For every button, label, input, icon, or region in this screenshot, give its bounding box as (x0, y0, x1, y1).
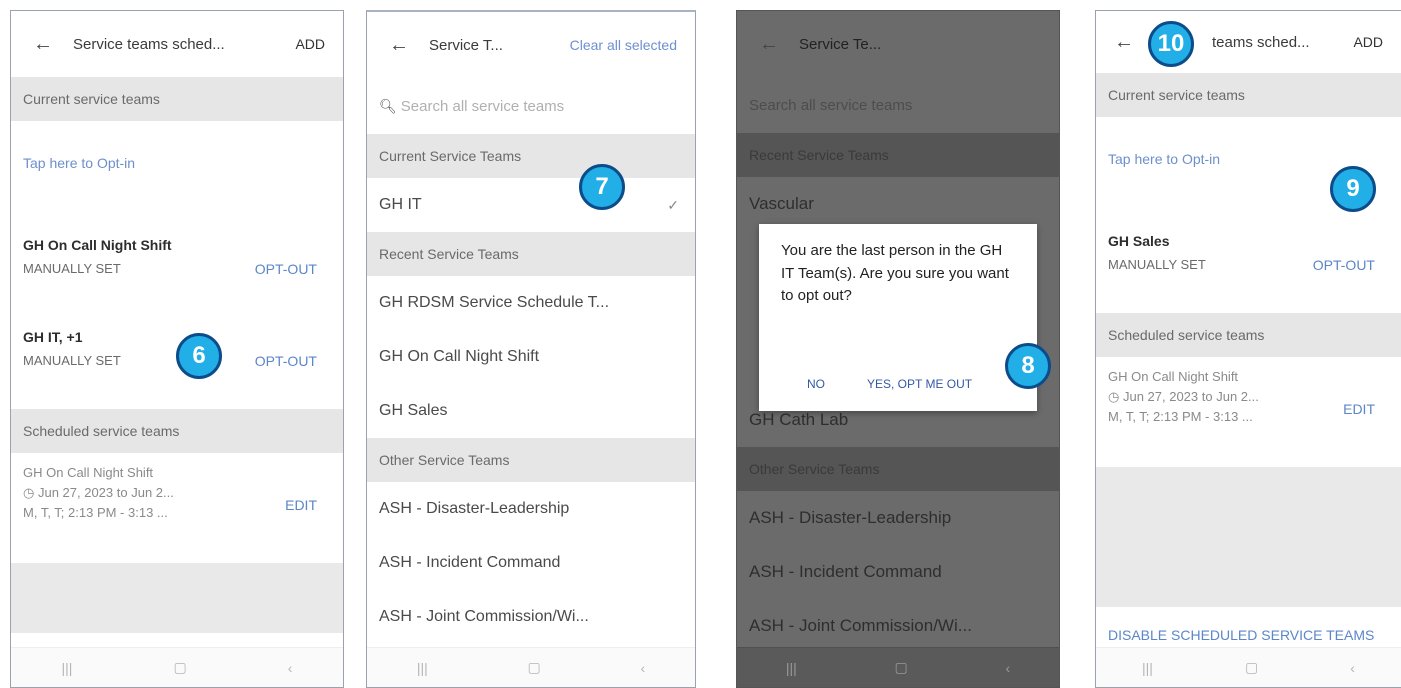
list-item[interactable]: GH On Call Night Shift (367, 330, 695, 384)
search-icon: 🔍︎ (379, 97, 397, 114)
list-item[interactable]: ASH - Joint Commission/Wi... (367, 590, 695, 644)
confirm-dialog: You are the last person in the GH IT Tea… (759, 224, 1037, 411)
search-input[interactable]: Search all service teams (737, 77, 1059, 133)
edit-button[interactable]: EDIT (1343, 399, 1375, 421)
dialog-actions: NO YES, OPT ME OUT (807, 377, 972, 391)
no-button[interactable]: NO (807, 377, 825, 391)
recent-apps-icon[interactable]: ||| (417, 660, 428, 676)
section-header-current: Current Service Teams (367, 134, 695, 178)
list-item[interactable]: ASH - Incident Command (737, 545, 1059, 599)
step-badge: 10 (1148, 21, 1194, 67)
team-name: GH IT, +1 (23, 329, 83, 345)
system-nav-bar: ||| ▢ ‹ (1096, 647, 1401, 687)
home-icon[interactable]: ▢ (895, 659, 908, 676)
step-badge: 8 (1005, 343, 1051, 389)
screen-service-teams-updated: ← teams sched... ADD Current service tea… (1095, 10, 1401, 688)
team-row: GH On Call Night Shift MANUALLY SET OPT-… (11, 225, 343, 317)
team-row: GH Sales MANUALLY SET OPT-OUT (1096, 221, 1401, 313)
team-name: GH Sales (1108, 233, 1170, 249)
yes-opt-out-button[interactable]: YES, OPT ME OUT (867, 377, 972, 391)
section-header-current: Current service teams (11, 77, 343, 121)
add-button[interactable]: ADD (295, 36, 325, 52)
scheduled-team-name: GH On Call Night Shift (1108, 369, 1239, 384)
clear-all-button[interactable]: Clear all selected (570, 37, 677, 53)
back-arrow-icon[interactable]: ← (33, 33, 73, 56)
scheduled-team-row[interactable]: GH On Call Night Shift ◷ Jun 27, 2023 to… (11, 453, 343, 563)
list-item[interactable]: ASH - Joint Commission/Wi... (737, 599, 1059, 653)
scheduled-dates-text: Jun 27, 2023 to Jun 2... (1122, 389, 1259, 405)
list-item[interactable]: ASH - Disaster-Leadership (737, 491, 1059, 545)
scheduled-team-name: GH On Call Night Shift (23, 465, 154, 480)
search-input[interactable]: 🔍︎ Search all service teams (367, 78, 695, 134)
step-badge: 9 (1330, 166, 1376, 212)
home-icon[interactable]: ▢ (1245, 659, 1258, 676)
section-header-current: Current service teams (1096, 73, 1401, 117)
page-title: Service T... (429, 36, 503, 54)
page-title: Service teams sched... (73, 35, 225, 53)
list-item[interactable]: Vascular (737, 177, 1059, 231)
list-item[interactable]: GH Sales (367, 384, 695, 438)
scheduled-dates-text: Jun 27, 2023 to Jun 2... (37, 485, 174, 501)
system-nav-bar: ||| ▢ ‹ (737, 647, 1059, 687)
edit-button[interactable]: EDIT (285, 495, 317, 517)
section-header-recent: Recent Service Teams (737, 133, 1059, 177)
dialog-message: You are the last person in the GH IT Tea… (781, 242, 1009, 304)
system-nav-bar: ||| ▢ ‹ (367, 647, 695, 687)
scheduled-team-row[interactable]: GH On Call Night Shift ◷ Jun 27, 2023 to… (1096, 357, 1401, 467)
opt-out-button[interactable]: OPT-OUT (1313, 257, 1375, 273)
list-item[interactable]: ASH - Incident Command (367, 536, 695, 590)
back-nav-icon[interactable]: ‹ (288, 660, 293, 676)
section-header-scheduled: Scheduled service teams (1096, 313, 1401, 357)
list-item[interactable]: GH RDSM Service Schedule T... (367, 276, 695, 330)
empty-area (1096, 467, 1401, 607)
section-header-other: Other Service Teams (737, 447, 1059, 491)
list-item-label: GH IT (379, 196, 422, 213)
screen-select-teams: ← Service T... Clear all selected 🔍︎ Sea… (366, 10, 696, 688)
page-title: Service Te... (799, 35, 882, 53)
list-item[interactable]: GH IT ✓ (367, 178, 695, 232)
opt-in-link[interactable]: Tap here to Opt-in (11, 121, 343, 225)
recent-apps-icon[interactable]: ||| (786, 660, 797, 676)
step-badge: 7 (579, 164, 625, 210)
screen-confirm-dialog: ← Service Te... Search all service teams… (736, 10, 1060, 688)
app-bar: ← Service Te... (737, 11, 1059, 77)
app-bar: ← Service T... Clear all selected (367, 12, 695, 78)
system-nav-bar: ||| ▢ ‹ (11, 647, 343, 687)
back-arrow-icon[interactable]: ← (389, 34, 429, 57)
opt-out-button[interactable]: OPT-OUT (255, 353, 317, 369)
add-button[interactable]: ADD (1353, 34, 1383, 50)
team-name: GH On Call Night Shift (23, 237, 172, 253)
app-bar: ← teams sched... ADD (1096, 11, 1401, 73)
list-item[interactable]: ASH - Disaster-Leadership (367, 482, 695, 536)
home-icon[interactable]: ▢ (528, 659, 541, 676)
recent-apps-icon[interactable]: ||| (1142, 660, 1153, 676)
app-bar: ← Service teams sched... ADD (11, 11, 343, 77)
back-arrow-icon[interactable]: ← (759, 33, 799, 56)
step-badge: 6 (176, 333, 222, 379)
screen-service-teams: ← Service teams sched... ADD Current ser… (10, 10, 344, 688)
recent-apps-icon[interactable]: ||| (62, 660, 73, 676)
section-header-recent: Recent Service Teams (367, 232, 695, 276)
empty-area (11, 563, 343, 633)
back-nav-icon[interactable]: ‹ (640, 660, 645, 676)
search-placeholder: Search all service teams (400, 97, 565, 115)
checkmark-icon: ✓ (667, 196, 679, 213)
opt-out-button[interactable]: OPT-OUT (255, 261, 317, 277)
back-nav-icon[interactable]: ‹ (1350, 660, 1355, 676)
section-header-other: Other Service Teams (367, 438, 695, 482)
section-header-scheduled: Scheduled service teams (11, 409, 343, 453)
home-icon[interactable]: ▢ (173, 659, 186, 676)
back-nav-icon[interactable]: ‹ (1005, 660, 1010, 676)
